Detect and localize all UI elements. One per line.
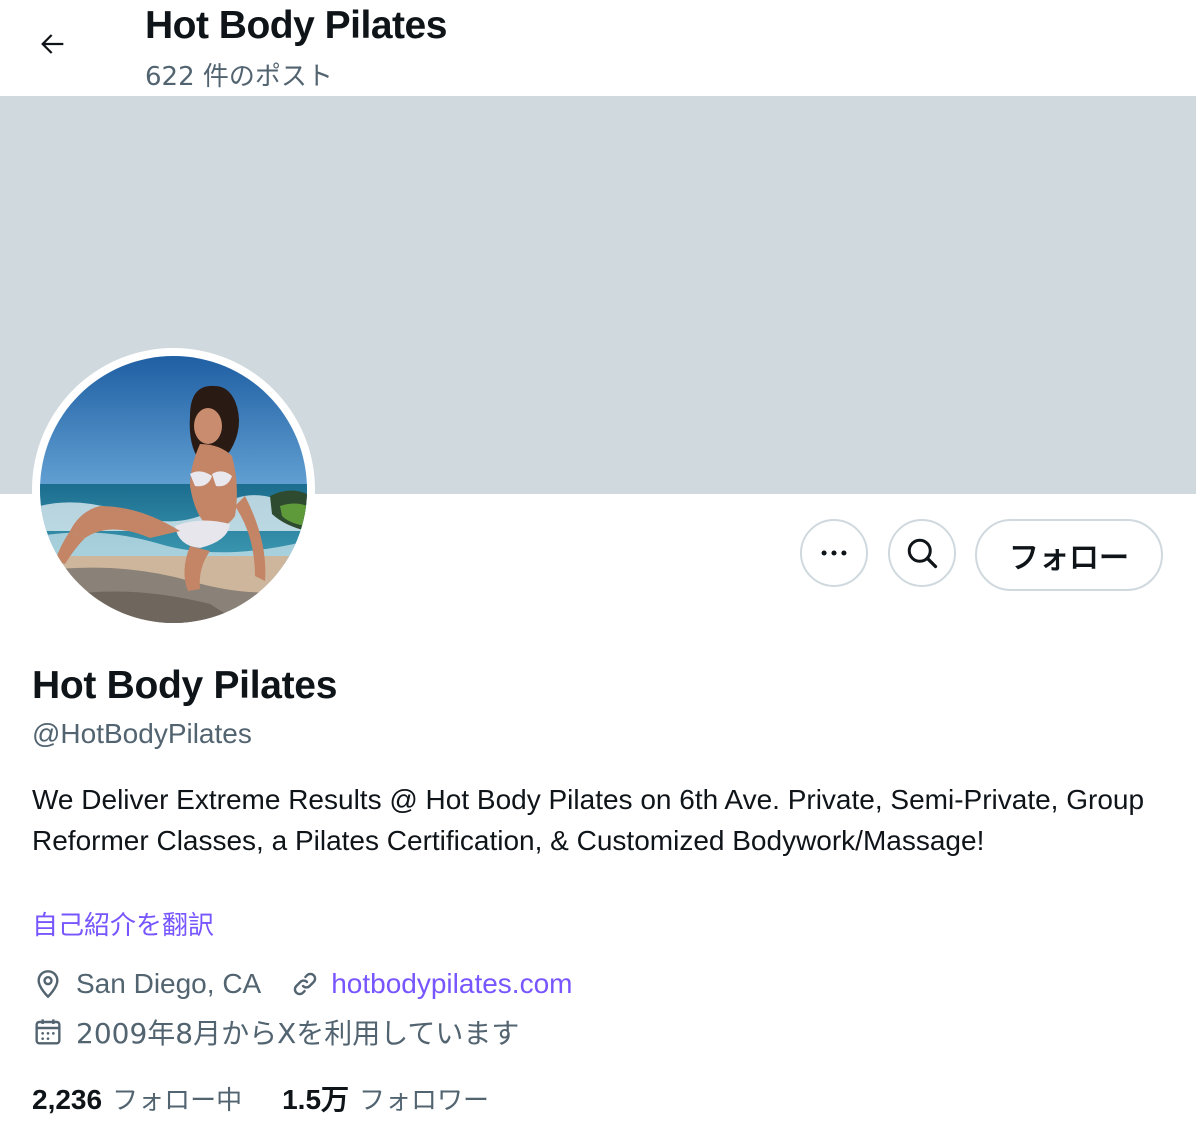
followers-label: フォロワー xyxy=(359,1086,490,1116)
back-button[interactable] xyxy=(30,22,74,66)
header-title: Hot Body Pilates xyxy=(145,4,447,47)
post-count: 622 件のポスト xyxy=(145,62,333,92)
translate-bio-link[interactable]: 自己紹介を翻訳 xyxy=(32,905,214,942)
followers-stat[interactable]: 1.5万 フォロワー xyxy=(282,1078,489,1118)
profile-website-link[interactable]: hotbodypilates.com xyxy=(331,968,572,1000)
calendar-icon xyxy=(35,1019,61,1045)
following-label: フォロー中 xyxy=(112,1086,243,1116)
avatar-image xyxy=(40,356,307,623)
search-profile-button[interactable] xyxy=(888,519,956,587)
profile-location: San Diego, CA xyxy=(76,968,262,999)
profile-stats: 2,236 フォロー中 1.5万 フォロワー xyxy=(32,1078,489,1118)
following-stat[interactable]: 2,236 フォロー中 xyxy=(32,1080,242,1117)
arrow-left-icon xyxy=(41,34,64,54)
profile-header: Hot Body Pilates 622 件のポスト xyxy=(0,0,1196,96)
avatar[interactable] xyxy=(32,348,315,631)
more-horizontal-icon xyxy=(821,550,847,556)
profile-joined-row: 2009年8月からXを利用しています xyxy=(32,1012,519,1052)
more-button[interactable] xyxy=(800,519,868,587)
search-icon xyxy=(907,538,938,569)
profile-bio: We Deliver Extreme Results @ Hot Body Pi… xyxy=(32,784,1145,856)
profile-meta-row: San Diego, CA hotbodypilates.com xyxy=(32,968,572,1000)
following-count: 2,236 xyxy=(32,1084,103,1115)
link-icon xyxy=(293,972,317,996)
profile-handle: @HotBodyPilates xyxy=(32,718,252,749)
profile-name: Hot Body Pilates xyxy=(32,664,338,707)
profile-joined-date: 2009年8月からXを利用しています xyxy=(76,1017,520,1050)
follow-button[interactable]: フォロー xyxy=(975,519,1163,591)
location-pin-icon xyxy=(37,970,59,999)
followers-count: 1.5万 xyxy=(282,1084,350,1115)
